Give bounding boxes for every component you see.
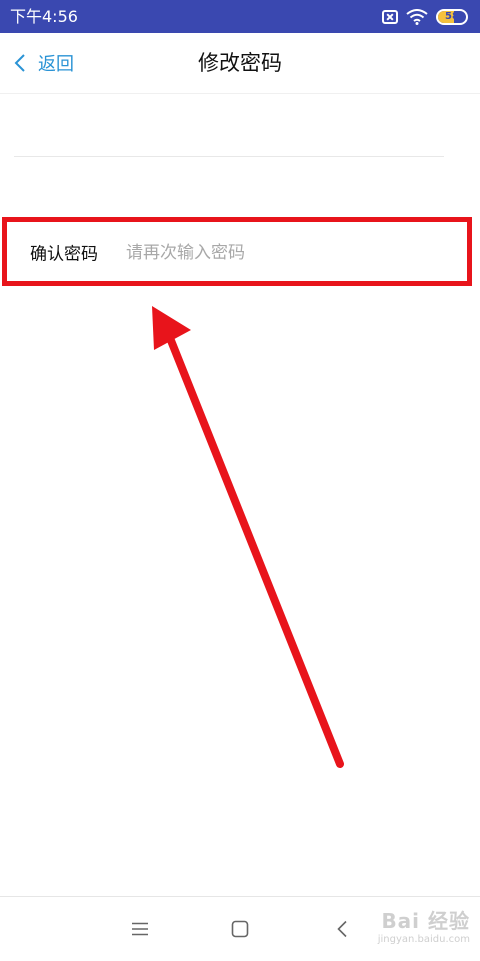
annotation-arrow-shaft [162,324,344,768]
watermark-logo: Bai 经验 [381,909,470,933]
watermark-url: jingyan.baidu.com [377,934,470,945]
battery-level: 58 [445,11,459,22]
confirm-password-input[interactable] [126,236,446,270]
header-bar: 返回 修改密码 [0,33,480,94]
home-button[interactable] [210,897,270,961]
status-icons: 58 [382,7,468,27]
menu-icon [132,922,148,936]
menu-button[interactable] [110,897,170,961]
status-time: 下午4:56 [10,7,78,26]
chevron-left-icon [14,54,25,72]
system-back-button[interactable] [312,897,372,961]
status-bar: 下午4:56 58 [0,0,480,33]
battery-icon: 58 [436,9,468,25]
home-icon [231,920,249,938]
annotation-arrow-head [152,306,191,350]
back-icon [337,920,347,938]
watermark: Bai 经验 jingyan.baidu.com [378,905,470,945]
wifi-icon [406,9,428,25]
system-nav-bar: Bai 经验 jingyan.baidu.com [0,896,480,961]
field-divider [14,156,444,157]
sim-card-crossed-icon [382,10,398,24]
new-password-field[interactable] [14,94,444,156]
back-label: 返回 [38,54,74,75]
confirm-password-label: 确认密码 [30,244,98,265]
back-button[interactable]: 返回 [14,33,74,93]
